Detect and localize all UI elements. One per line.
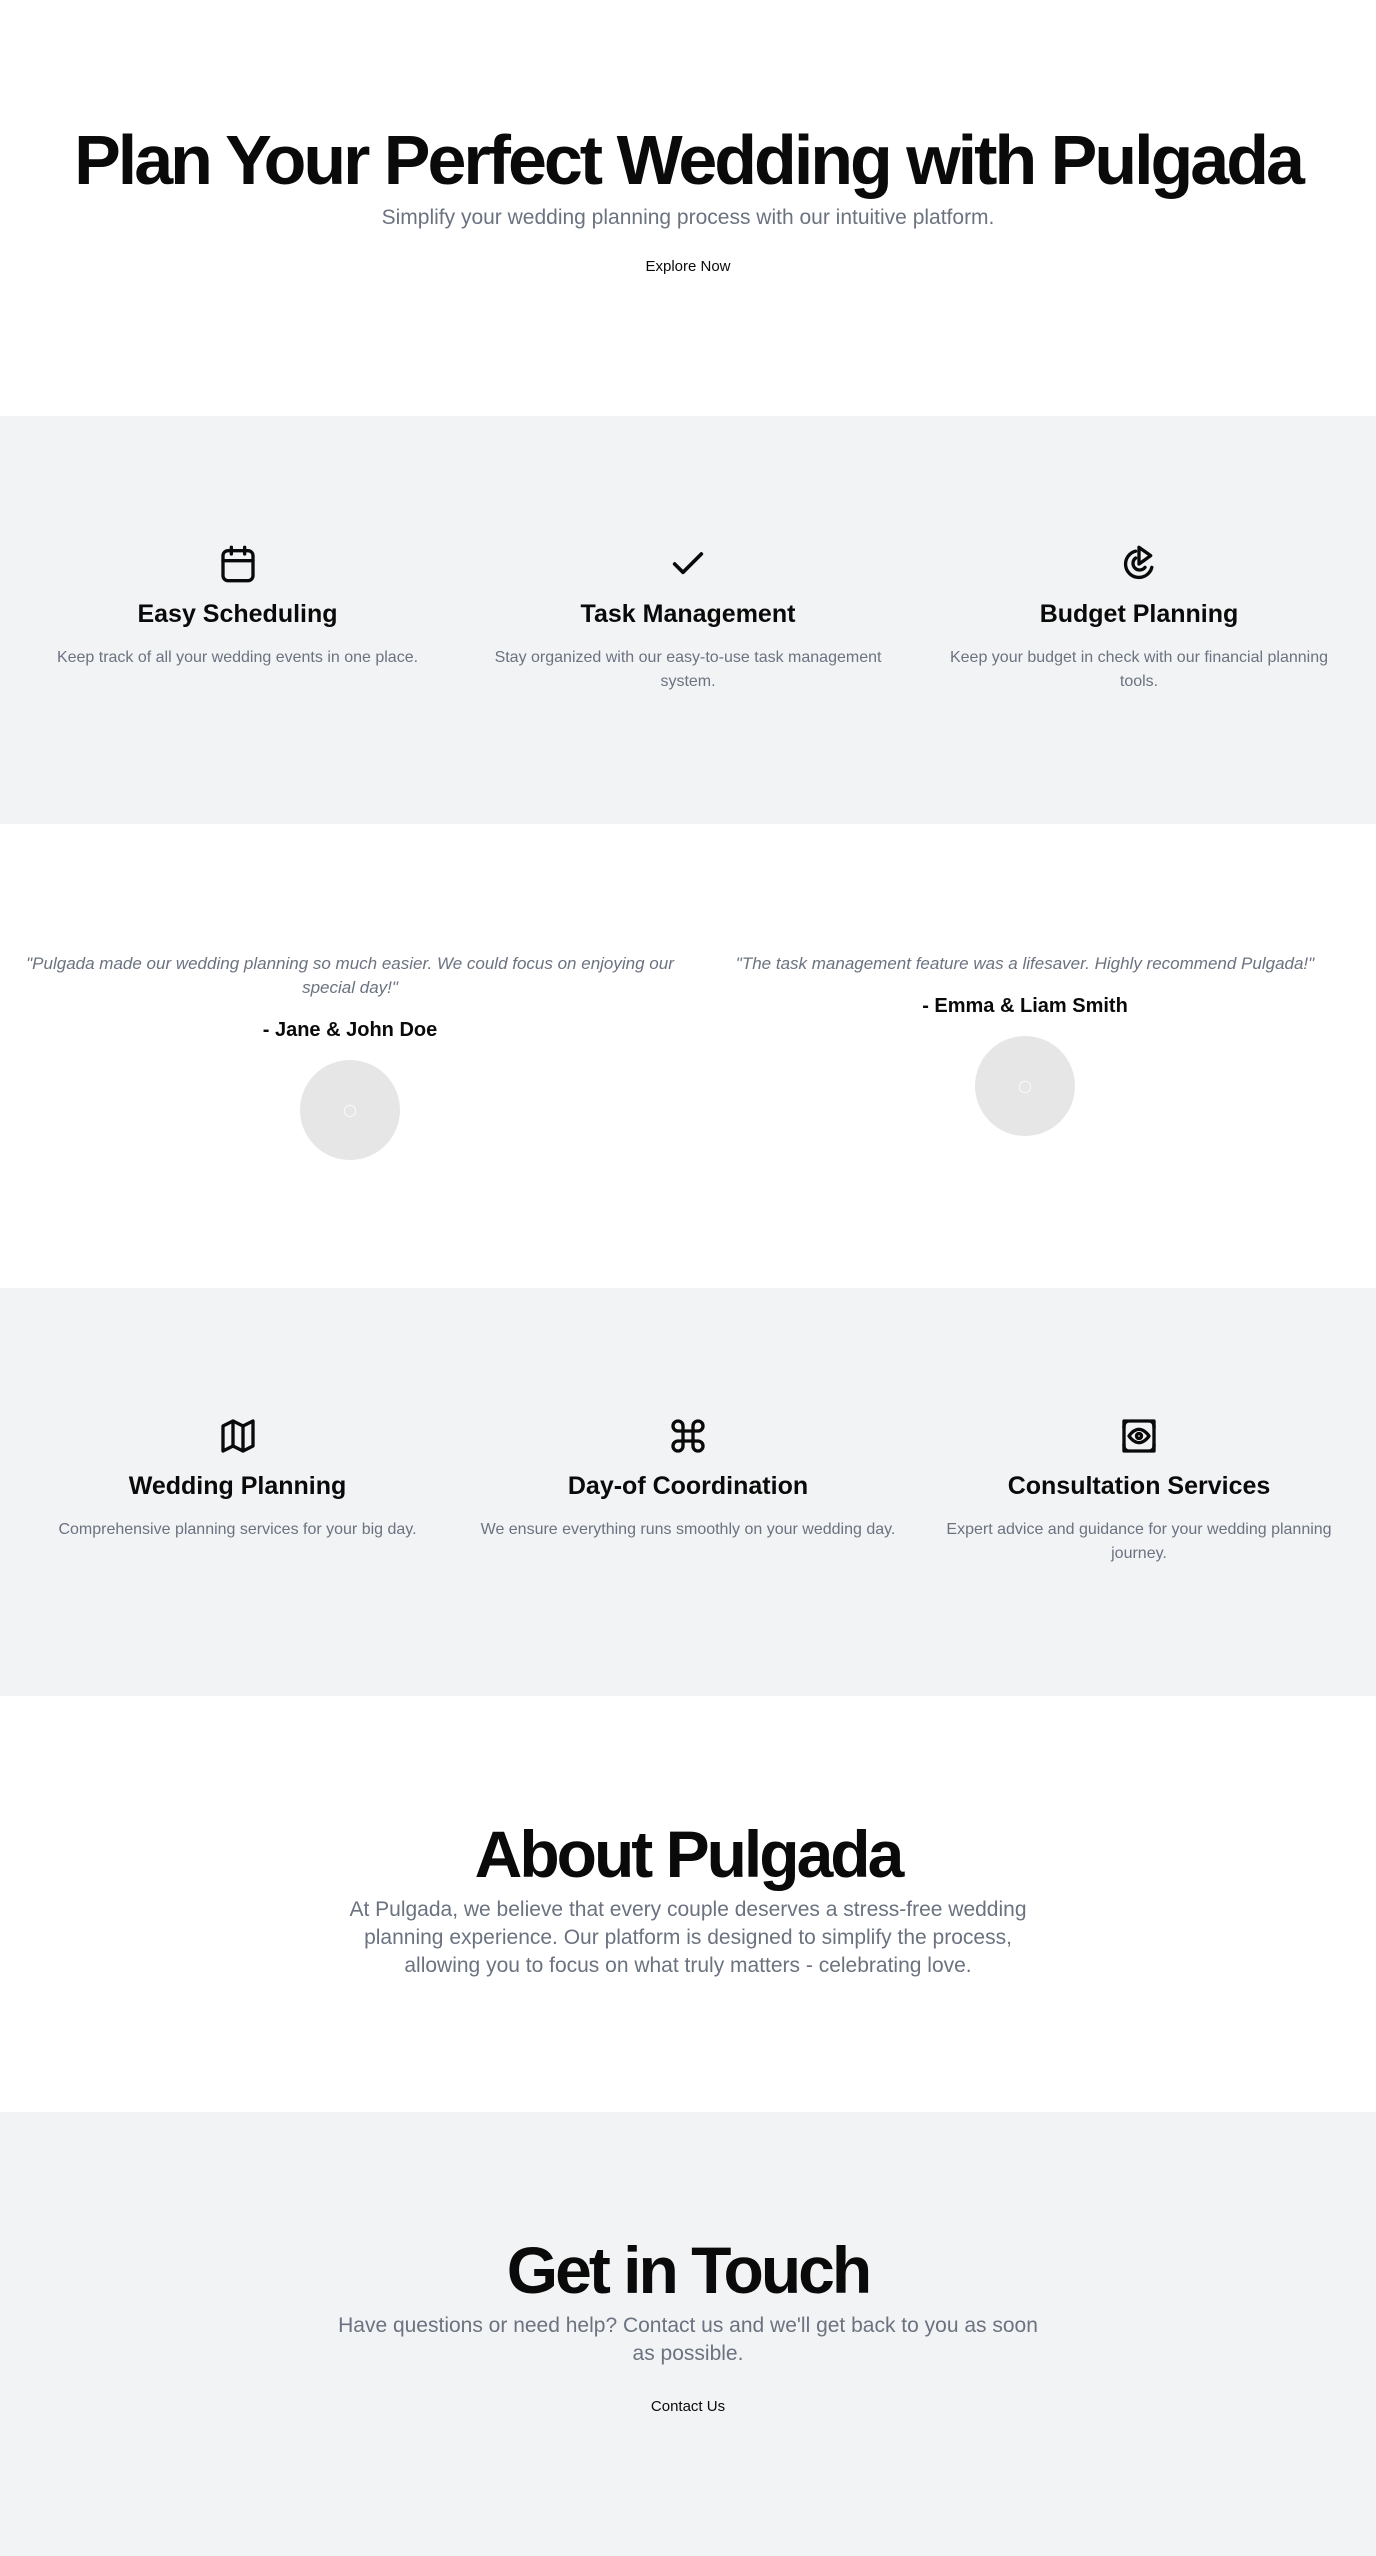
testimonial-author: - Jane & John Doe — [262, 1019, 438, 1041]
service-card-coordination: Day-of Coordination We ensure everything… — [470, 1288, 906, 1696]
about-section: About Pulgada At Pulgada, we believe tha… — [0, 1696, 1376, 2112]
testimonial-author: - Emma & Liam Smith — [922, 995, 1128, 1017]
about-body: At Pulgada, we believe that every couple… — [349, 1898, 1027, 1977]
testimonial-quote: "The task management feature was a lifes… — [735, 954, 1315, 973]
feature-card-budget: Budget Planning Keep your budget in chec… — [930, 416, 1348, 824]
hero-title: Plan Your Perfect Wedding with Pulgada — [74, 121, 1305, 199]
feature-text: Keep track of all your wedding events in… — [56, 649, 419, 666]
contact-body: Have questions or need help? Contact us … — [338, 2314, 1038, 2365]
explore-now-button[interactable]: Explore Now — [645, 258, 730, 275]
budget-chart-icon — [1123, 545, 1154, 580]
avatar: ◯ — [300, 1060, 400, 1160]
check-icon — [672, 552, 704, 575]
feature-title: Task Management — [580, 600, 796, 628]
command-icon — [671, 1419, 705, 1453]
feature-title: Easy Scheduling — [137, 600, 338, 628]
service-text: We ensure everything runs smoothly on yo… — [480, 1521, 896, 1538]
service-title: Consultation Services — [1007, 1472, 1271, 1500]
service-title: Day-of Coordination — [567, 1472, 809, 1500]
testimonials-section: "Pulgada made our wedding planning so mu… — [0, 824, 1376, 1288]
view-eye-icon — [1122, 1419, 1156, 1453]
service-card-planning: Wedding Planning Comprehensive planning … — [30, 1288, 445, 1696]
feature-title: Budget Planning — [1039, 600, 1239, 628]
contact-us-button[interactable]: Contact Us — [651, 2398, 725, 2415]
avatar: ◯ — [975, 1036, 1075, 1136]
service-text: Expert advice and guidance for your wedd… — [946, 1521, 1332, 1562]
services-section: Wedding Planning Comprehensive planning … — [0, 1288, 1376, 1696]
features-section: Easy Scheduling Keep track of all your w… — [0, 416, 1376, 824]
feature-card-tasks: Task Management Stay organized with our … — [470, 416, 906, 824]
map-icon — [220, 1419, 255, 1453]
feature-text: Stay organized with our easy-to-use task… — [494, 649, 882, 690]
contact-title: Get in Touch — [506, 2233, 872, 2307]
calendar-icon — [220, 545, 255, 583]
service-card-consultation: Consultation Services Expert advice and … — [930, 1288, 1348, 1696]
hero-subtitle: Simplify your wedding planning process w… — [381, 206, 995, 229]
contact-section: Get in Touch Have questions or need help… — [0, 2112, 1376, 2556]
feature-card-scheduling: Easy Scheduling Keep track of all your w… — [30, 416, 445, 824]
image-placeholder-icon: ◯ — [343, 1103, 357, 1117]
service-text: Comprehensive planning services for your… — [58, 1521, 417, 1538]
explore-now-container: Explore Now — [0, 258, 1376, 275]
testimonial-quote: "Pulgada made our wedding planning so mu… — [26, 954, 674, 997]
image-placeholder-icon: ◯ — [1018, 1079, 1032, 1093]
about-title: About Pulgada — [474, 1817, 905, 1891]
hero-section: Plan Your Perfect Wedding with Pulgada S… — [0, 0, 1376, 416]
contact-us-container: Contact Us — [0, 2398, 1376, 2415]
service-title: Wedding Planning — [128, 1472, 347, 1500]
feature-text: Keep your budget in check with our finan… — [949, 649, 1329, 690]
